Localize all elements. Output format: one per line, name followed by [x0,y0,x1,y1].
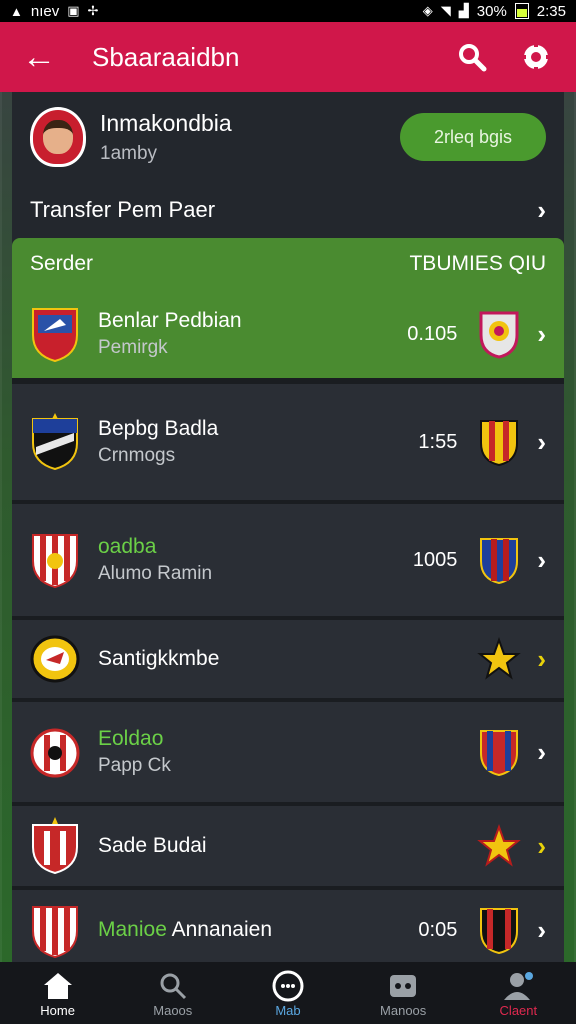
list-item[interactable]: Sade Budai › [12,806,564,890]
club-crest-icon [32,534,78,589]
row-value: 0:05 [418,918,458,941]
status-bar: ▲ nıev ▣ ✢ ◈ ◥ ▟ 30% 2:35 [0,0,576,22]
profile-action-button[interactable]: 2rleq bgis [400,113,546,161]
vibrate-icon: ◈ [422,3,433,18]
list-item[interactable]: Bepbg Badla Crnmogs 1:55 › [12,384,564,504]
nav-label: Claent [499,1002,538,1018]
chevron-right-icon: › [537,194,546,225]
search-icon [459,44,487,72]
signal-icon: ▟ [458,3,469,18]
row-subtitle: Papp Ck [98,755,171,776]
section-header: Serder TBUMIES QIU [12,238,564,290]
page-title: Sbaaraaidbn [92,41,240,72]
opponent-crest-icon [479,311,519,359]
row-title: Bepbg Badla [98,417,219,440]
row-title: Sade Budai [98,834,207,857]
row-title: Eoldao [98,727,164,750]
nav-search[interactable]: Maoos [123,969,223,1018]
chat-bubble-icon [272,970,304,1001]
battery-percent: 30% [476,2,507,20]
opponent-crest-icon [480,420,519,467]
search-button[interactable] [454,39,490,75]
chevron-right-icon: › [537,643,546,674]
notification-icon: ▲ [10,3,23,19]
profile-subtitle: 1amby [100,142,158,164]
transfer-link[interactable]: Transfer Pem Paer › [12,182,564,238]
chevron-right-icon: › [537,544,546,575]
wifi-icon: ◥ [440,3,451,18]
main-content: Inmakondbia 1amby 2rleq bgis Transfer Pe… [12,92,564,974]
club-crest-icon [32,906,78,959]
chevron-right-icon: › [537,736,546,767]
row-value: 1005 [412,548,458,571]
nav-label: Mab [275,1002,301,1018]
list-item[interactable]: Santigkkmbe › [12,620,564,702]
gear-icon [521,42,551,72]
home-icon [43,972,72,999]
back-arrow-icon[interactable]: ← [22,38,66,77]
app-bar: ← Sbaaraaidbn [0,22,576,92]
sync-icon: ✢ [87,3,99,18]
section-label: TBUMIES QIU [409,252,546,275]
search-icon [160,973,186,999]
nav-label: Maoos [153,1002,193,1018]
user-icon [504,971,534,1000]
settings-button[interactable] [518,39,554,75]
avatar[interactable] [30,107,86,167]
battery-icon [514,3,529,19]
row-title: Manioe [98,918,167,941]
opponent-crest-icon [480,538,519,585]
nav-matches[interactable]: Manoos [353,969,453,1018]
opponent-crest-icon [480,908,519,955]
nav-home[interactable]: Home [8,969,108,1018]
list-item[interactable]: Benlar Pedbian Pemirgk 0.105 › [12,290,564,384]
transfer-label: Transfer Pem Paer [30,197,216,222]
nav-chat[interactable]: Mab [238,969,338,1018]
row-title: oadba [98,535,157,558]
nav-label: Home [40,1002,75,1018]
chevron-right-icon: › [537,830,546,861]
club-crest-icon [32,413,78,471]
star-icon [477,637,522,680]
profile-name: Inmakondbia [100,109,232,136]
club-crest-icon [32,308,78,363]
chevron-right-icon: › [537,318,546,349]
row-value: 1:55 [418,430,458,453]
nav-profile[interactable]: Claent [468,969,568,1018]
carrier-label: nıev [30,2,60,20]
club-crest-icon [30,635,80,683]
gamepad-icon [390,974,417,997]
row-subtitle: Alumo Ramin [98,563,213,584]
nav-label: Manoos [380,1002,427,1018]
section-title: Serder [30,252,94,275]
profile-card: Inmakondbia 1amby 2rleq bgis [12,92,564,182]
star-icon [477,824,522,867]
row-subtitle: Pemirgk [98,337,168,358]
row-title-extra: Annanaien [171,918,273,941]
opponent-crest-icon [480,730,519,777]
chevron-right-icon: › [537,426,546,457]
row-subtitle: Crnmogs [98,445,176,466]
club-crest-icon [30,728,80,778]
club-crest-icon [32,817,78,875]
row-value: 0.105 [407,322,458,345]
clock: 2:35 [536,2,566,20]
row-title: Santigkkmbe [98,647,220,670]
row-title: Benlar Pedbian [98,309,242,332]
image-icon: ▣ [67,3,80,18]
list-item[interactable]: Eoldao Papp Ck › [12,702,564,806]
chevron-right-icon: › [537,914,546,945]
list-item[interactable]: oadba Alumo Ramin 1005 › [12,504,564,620]
bottom-navigation: Home Maoos Mab Manoos Claent [0,962,576,1024]
